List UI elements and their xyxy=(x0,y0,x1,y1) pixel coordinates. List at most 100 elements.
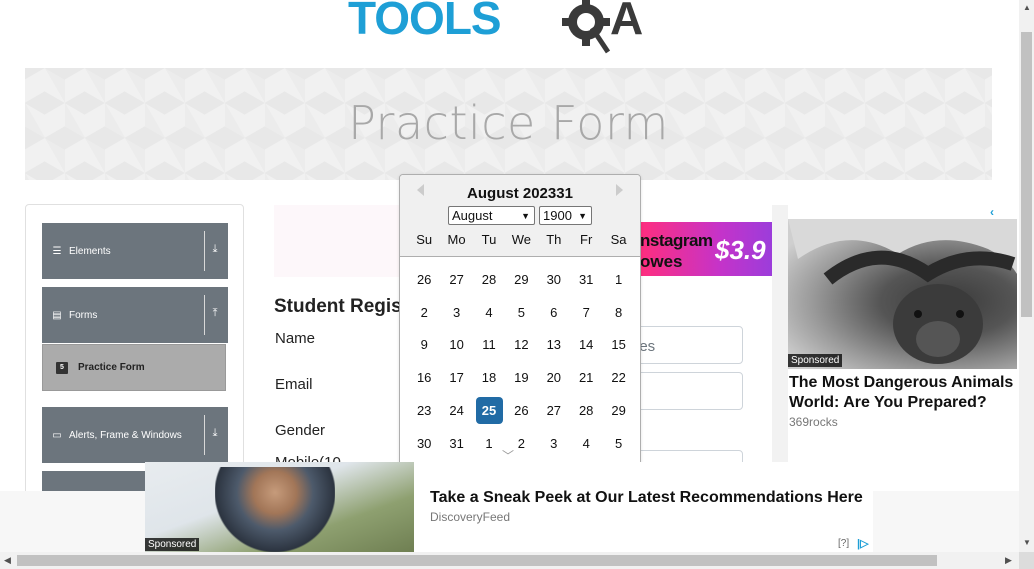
group-separator xyxy=(204,295,205,335)
calendar-day[interactable]: 3 xyxy=(443,299,470,326)
form-heading: Student Regis xyxy=(274,296,402,317)
calendar-day[interactable]: 26 xyxy=(508,397,535,424)
calendar-day[interactable]: 17 xyxy=(443,364,470,391)
ad-image[interactable] xyxy=(788,219,1017,369)
calendar-day[interactable]: 22 xyxy=(605,364,632,391)
calendar-day[interactable]: 9 xyxy=(411,331,438,358)
ad-headline[interactable]: Take a Sneak Peek at Our Latest Recommen… xyxy=(430,489,863,507)
ad-headline[interactable]: The Most Dangerous Animals World: Are Yo… xyxy=(789,373,1017,413)
calendar-day[interactable]: 14 xyxy=(573,331,600,358)
calendar-day[interactable]: 23 xyxy=(411,397,438,424)
calendar-day[interactable]: 3 xyxy=(540,430,567,457)
calendar-day[interactable]: 11 xyxy=(476,331,503,358)
scrollbar-thumb[interactable] xyxy=(17,555,937,566)
calendar-day[interactable]: 5 xyxy=(508,299,535,326)
gender-label: Gender xyxy=(275,422,326,439)
page-banner: Practice Form xyxy=(25,68,992,180)
calendar-day[interactable]: 10 xyxy=(443,331,470,358)
datepicker-header: August 202331 August ▼ 1900 ▼ Su Mo Tu We Th… xyxy=(400,175,640,257)
right-ad[interactable]: Sponsored The Most Dangerous Animals Wor… xyxy=(772,205,1017,485)
calendar-day[interactable]: 4 xyxy=(573,430,600,457)
calendar-day[interactable]: 20 xyxy=(540,364,567,391)
horizontal-scrollbar[interactable]: ◀ ▶ xyxy=(0,552,1019,569)
calendar-day[interactable]: 6 xyxy=(540,299,567,326)
page-title: Practice Form xyxy=(348,96,669,150)
calendar-day[interactable]: 24 xyxy=(443,397,470,424)
adchoices-icon[interactable]: |▷ xyxy=(857,537,869,550)
scrollbar-thumb[interactable] xyxy=(1021,32,1032,317)
calendar-day[interactable]: 29 xyxy=(508,266,535,293)
calendar-day[interactable]: 31 xyxy=(573,266,600,293)
calendar-day[interactable]: 27 xyxy=(443,266,470,293)
month-select-value: August xyxy=(452,208,493,223)
calendar-day[interactable]: 29 xyxy=(605,397,632,424)
sidebar-group-elements[interactable]: ☰ Elements ⤓ xyxy=(42,223,228,279)
weekday-label: We xyxy=(511,232,532,247)
download-arrow-icon: ⤓ xyxy=(212,427,218,439)
ad-text: nstagram xyxy=(640,231,713,250)
calendar-day[interactable]: 16 xyxy=(411,364,438,391)
datepicker: August 202331 August ▼ 1900 ▼ Su Mo Tu We Th… xyxy=(399,174,641,474)
group-separator xyxy=(204,231,205,271)
sidebar: ☰ Elements ⤓ ▤ Forms ⤒ 5 Practice Form ▭… xyxy=(25,204,244,511)
scroll-left-icon[interactable]: ◀ xyxy=(4,555,11,566)
hiker-figure xyxy=(215,467,335,552)
calendar-day[interactable]: 21 xyxy=(573,364,600,391)
ad-source[interactable]: 369rocks xyxy=(789,415,838,429)
calendar-day[interactable]: 31 xyxy=(443,430,470,457)
chevron-down-icon: ▼ xyxy=(578,211,587,221)
bottom-ad[interactable]: Sponsored Take a Sneak Peek at Our Lates… xyxy=(145,462,873,552)
group-separator xyxy=(204,415,205,455)
sidebar-group-label: Elements xyxy=(69,245,111,257)
ad-shade xyxy=(772,205,788,485)
ad-info-link[interactable]: [?] xyxy=(838,538,849,549)
calendar-day[interactable]: 13 xyxy=(540,331,567,358)
calendar-day[interactable]: 7 xyxy=(573,299,600,326)
ad-chevron-icon[interactable]: ‹ xyxy=(990,205,994,219)
upload-arrow-icon: ⤒ xyxy=(212,307,218,319)
weekday-label: Mo xyxy=(447,232,466,247)
weekday-label: Sa xyxy=(610,232,627,247)
sidebar-item-practice-form[interactable]: 5 Practice Form xyxy=(42,344,226,391)
calendar-day[interactable]: 27 xyxy=(540,397,567,424)
month-select[interactable]: August ▼ xyxy=(448,206,535,225)
window-icon: ▭ xyxy=(52,429,62,441)
sidebar-group-alerts[interactable]: ▭ Alerts, Frame & Windows ⤓ xyxy=(42,407,228,463)
calendar-day[interactable]: 15 xyxy=(605,331,632,358)
calendar-day[interactable]: 18 xyxy=(476,364,503,391)
calendar-day[interactable]: 26 xyxy=(411,266,438,293)
html5-icon: 5 xyxy=(56,361,68,374)
calendar-day[interactable]: 12 xyxy=(508,331,535,358)
calendar-day[interactable]: 28 xyxy=(573,397,600,424)
calendar-day[interactable]: 2 xyxy=(411,299,438,326)
sidebar-item-label: Practice Form xyxy=(78,362,145,373)
toolsqa-logo[interactable]: TOOLS A xyxy=(348,0,678,58)
calendar-day[interactable]: 28 xyxy=(476,266,503,293)
email-label: Email xyxy=(275,376,313,393)
download-arrow-icon: ⤓ xyxy=(212,243,218,255)
sidebar-group-forms[interactable]: ▤ Forms ⤒ xyxy=(42,287,228,343)
scroll-down-icon[interactable]: ▼ xyxy=(1023,538,1031,547)
instagram-ad[interactable]: nstagram owes $3.9 xyxy=(640,222,773,276)
sidebar-group-label: Forms xyxy=(69,309,98,321)
calendar-day[interactable]: 25 xyxy=(475,396,503,424)
scroll-up-icon[interactable]: ▲ xyxy=(1023,3,1031,12)
calendar-day[interactable]: 1 xyxy=(605,266,632,293)
calendar-day[interactable]: 19 xyxy=(508,364,535,391)
ad-source[interactable]: DiscoveryFeed xyxy=(430,510,510,524)
calendar-day[interactable]: 4 xyxy=(476,299,503,326)
ad-text: owes xyxy=(640,252,683,271)
calendar-day[interactable]: 5 xyxy=(605,430,632,457)
weekday-label: Su xyxy=(416,232,433,247)
next-month-icon[interactable] xyxy=(616,184,623,196)
year-select[interactable]: 1900 ▼ xyxy=(539,206,592,225)
document-icon: ▤ xyxy=(52,309,62,321)
ad-placeholder xyxy=(274,205,400,277)
scroll-right-icon[interactable]: ▶ xyxy=(1005,555,1012,566)
calendar-day[interactable]: 1 xyxy=(476,430,503,457)
calendar-day[interactable]: 8 xyxy=(605,299,632,326)
calendar-day[interactable]: 30 xyxy=(411,430,438,457)
vertical-scrollbar[interactable]: ▲ ▼ xyxy=(1019,0,1034,552)
sponsored-badge: Sponsored xyxy=(145,538,200,551)
calendar-day[interactable]: 30 xyxy=(540,266,567,293)
